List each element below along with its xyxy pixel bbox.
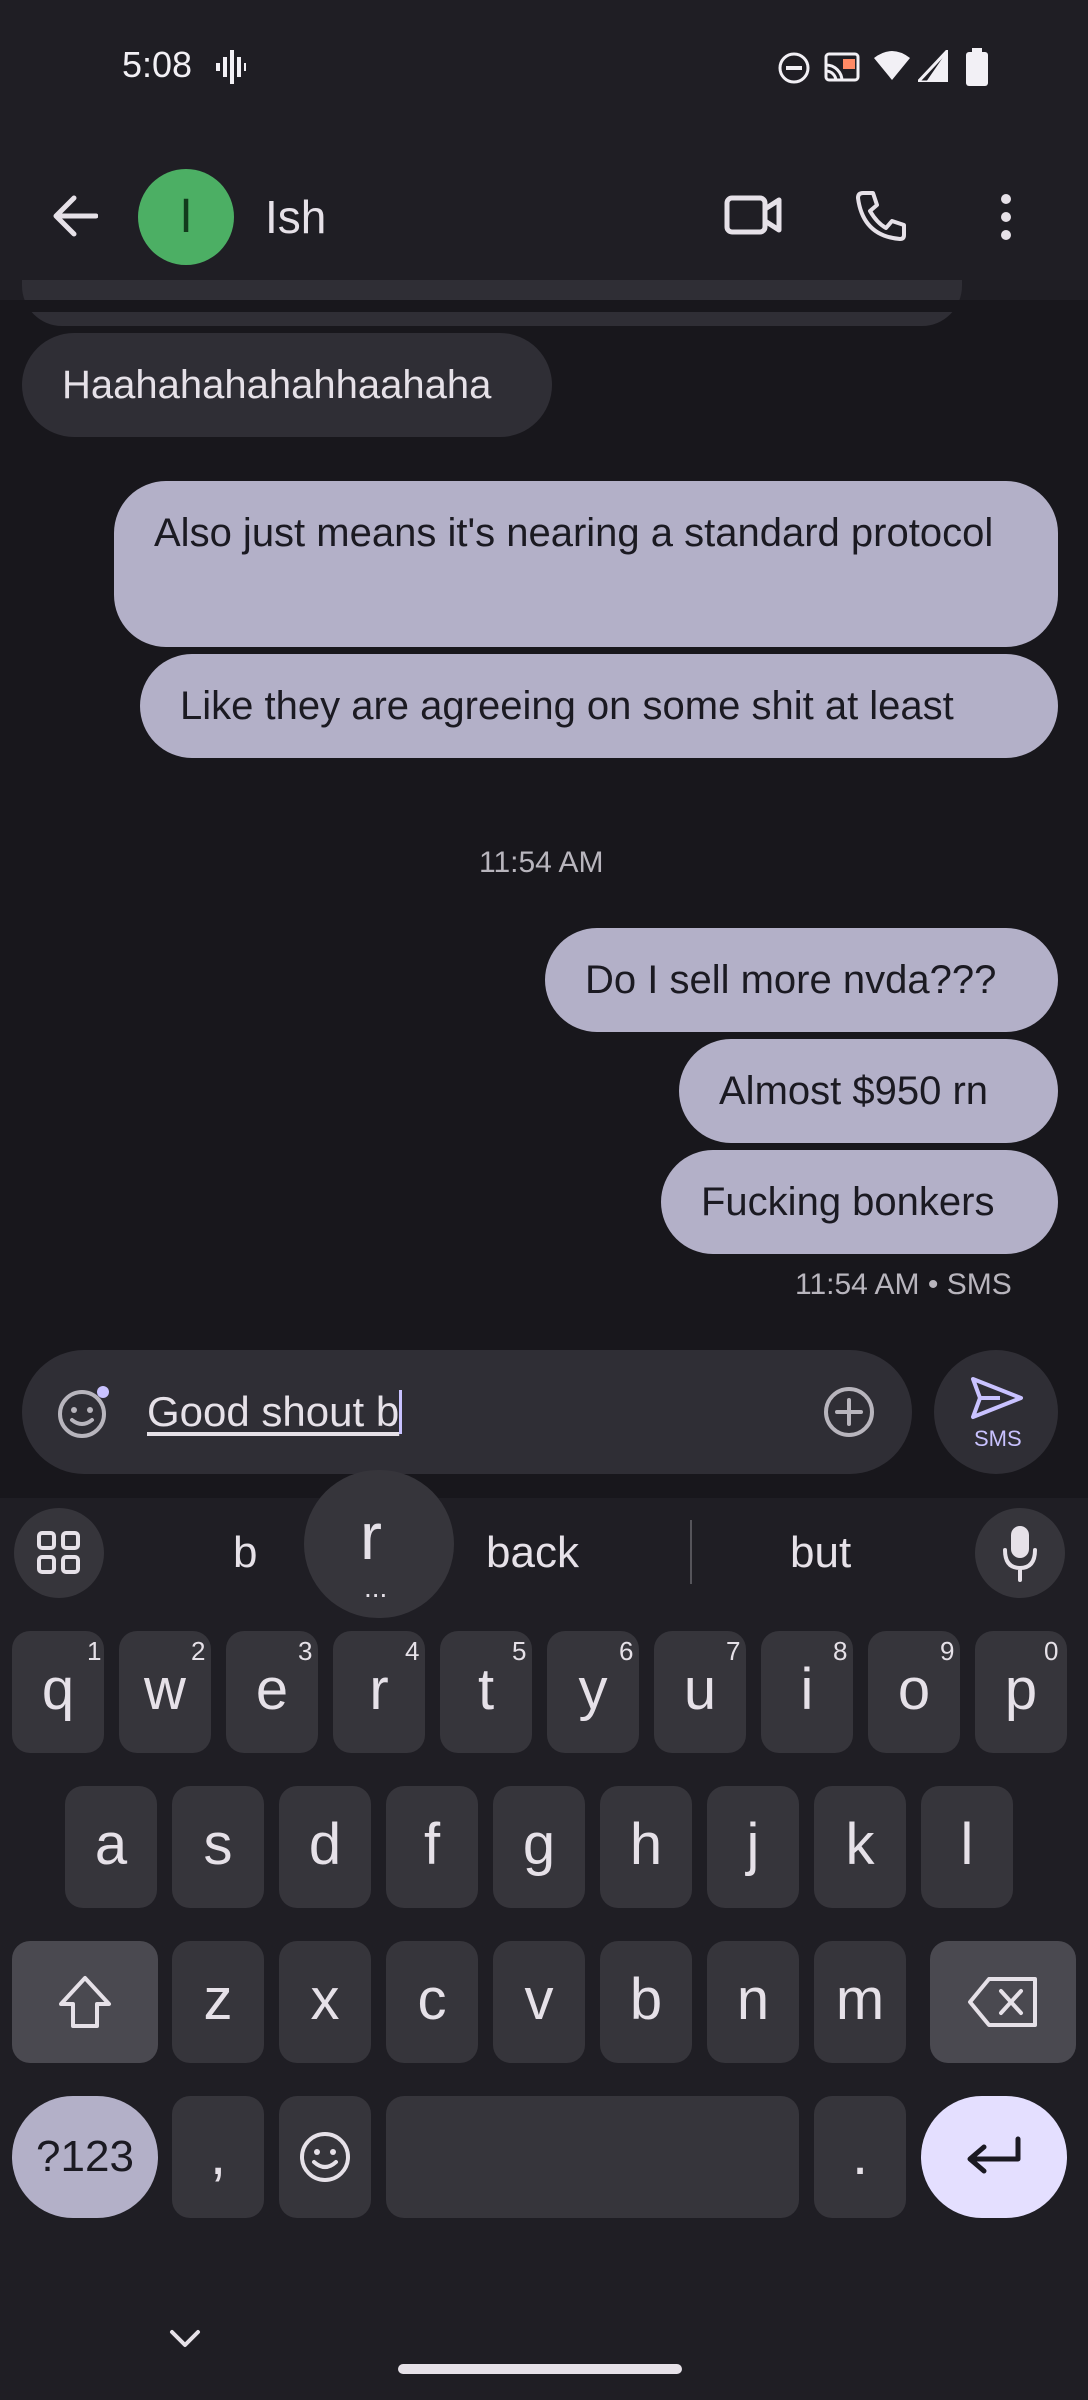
key-f[interactable]: f xyxy=(386,1786,478,1908)
emoji-icon xyxy=(300,2132,350,2182)
key-comma[interactable]: , xyxy=(172,2096,264,2218)
key-z[interactable]: z xyxy=(172,1941,264,2063)
backspace-key[interactable] xyxy=(930,1941,1076,2063)
cast-icon xyxy=(824,52,860,82)
key-s[interactable]: s xyxy=(172,1786,264,1908)
cellular-signal-icon xyxy=(918,50,948,82)
suggestion-divider xyxy=(690,1520,692,1584)
message-timestamp: 11:54 AM xyxy=(479,846,604,879)
key-hint: 1 xyxy=(87,1636,102,1666)
apps-grid-icon[interactable] xyxy=(37,1531,81,1575)
key-hint: 5 xyxy=(512,1636,527,1666)
message-text: Like they are agreeing on some shit at l… xyxy=(180,684,954,728)
suggestion-back[interactable]: back xyxy=(486,1528,579,1578)
incoming-message[interactable]: Haahahahahahhaahaha xyxy=(22,333,552,437)
key-h[interactable]: h xyxy=(600,1786,692,1908)
send-icon[interactable] xyxy=(970,1376,1024,1420)
message-input[interactable]: Good shout b xyxy=(147,1388,403,1436)
key-m[interactable]: m xyxy=(814,1941,906,2063)
symbols-key[interactable]: ?123 xyxy=(12,2096,158,2218)
key-j[interactable]: j xyxy=(707,1786,799,1908)
key-hint: 9 xyxy=(940,1636,955,1666)
message-text: Fucking bonkers xyxy=(701,1180,995,1224)
battery-icon xyxy=(966,48,988,86)
enter-icon xyxy=(967,2136,1021,2174)
send-type-label: SMS xyxy=(974,1426,1022,1451)
message-text: Haahahahahahhaahaha xyxy=(62,363,492,407)
contact-name[interactable]: Ish xyxy=(265,190,326,244)
key-k[interactable]: k xyxy=(814,1786,906,1908)
enter-key[interactable] xyxy=(921,2096,1067,2218)
key-hint: 7 xyxy=(726,1636,741,1666)
outgoing-message[interactable]: Almost $950 rn xyxy=(679,1039,1058,1143)
suggestion-b[interactable]: b xyxy=(233,1528,257,1578)
key-hint: 3 xyxy=(298,1636,313,1666)
message-text: Do I sell more nvda??? xyxy=(585,958,997,1002)
key-hint: 4 xyxy=(405,1636,420,1666)
add-attachment-icon[interactable] xyxy=(822,1385,876,1439)
suggestion-but[interactable]: but xyxy=(790,1528,851,1578)
wifi-icon xyxy=(874,51,910,80)
key-period[interactable]: . xyxy=(814,2096,906,2218)
do-not-disturb-icon xyxy=(778,52,810,84)
key-hint: 0 xyxy=(1044,1636,1059,1666)
status-time: 5:08 xyxy=(122,44,193,85)
video-call-icon[interactable] xyxy=(724,192,782,238)
phone-call-icon[interactable] xyxy=(855,190,907,242)
emoji-key[interactable] xyxy=(279,2096,371,2218)
microphone-icon[interactable] xyxy=(1002,1524,1038,1582)
shift-key[interactable] xyxy=(12,1941,158,2063)
key-preview-more: ... xyxy=(364,1572,388,1603)
space-bar[interactable] xyxy=(386,2096,799,2218)
more-options-icon[interactable] xyxy=(997,192,1015,242)
key-l[interactable]: l xyxy=(921,1786,1013,1908)
key-hint: 8 xyxy=(833,1636,848,1666)
hide-keyboard-chevron-icon[interactable] xyxy=(168,2328,202,2350)
key-d[interactable]: d xyxy=(279,1786,371,1908)
key-x[interactable]: x xyxy=(279,1941,371,2063)
outgoing-message[interactable]: Like they are agreeing on some shit at l… xyxy=(140,654,1058,758)
back-arrow-icon[interactable] xyxy=(50,194,98,238)
key-hint: 6 xyxy=(619,1636,634,1666)
key-v[interactable]: v xyxy=(493,1941,585,2063)
key-preview-letter: r xyxy=(360,1499,382,1573)
voice-activity-icon xyxy=(216,50,246,84)
outgoing-message[interactable]: Do I sell more nvda??? xyxy=(545,928,1058,1032)
key-n[interactable]: n xyxy=(707,1941,799,2063)
message-text: Almost $950 rn xyxy=(719,1069,989,1113)
outgoing-message[interactable]: Also just means it's nearing a standard … xyxy=(114,481,1058,647)
message-text: Also just means it's nearing a standard … xyxy=(154,511,994,555)
emoji-sticker-icon[interactable] xyxy=(56,1384,112,1440)
key-hint: 2 xyxy=(191,1636,206,1666)
backspace-icon xyxy=(968,1977,1037,2027)
shift-icon xyxy=(59,1976,111,2028)
outgoing-message[interactable]: Fucking bonkers xyxy=(661,1150,1058,1254)
message-status: 11:54 AM • SMS xyxy=(795,1268,1012,1301)
key-b[interactable]: b xyxy=(600,1941,692,2063)
contact-avatar[interactable]: I xyxy=(138,169,234,265)
navigation-handle[interactable] xyxy=(398,2364,682,2374)
key-c[interactable]: c xyxy=(386,1941,478,2063)
key-a[interactable]: a xyxy=(65,1786,157,1908)
key-g[interactable]: g xyxy=(493,1786,585,1908)
